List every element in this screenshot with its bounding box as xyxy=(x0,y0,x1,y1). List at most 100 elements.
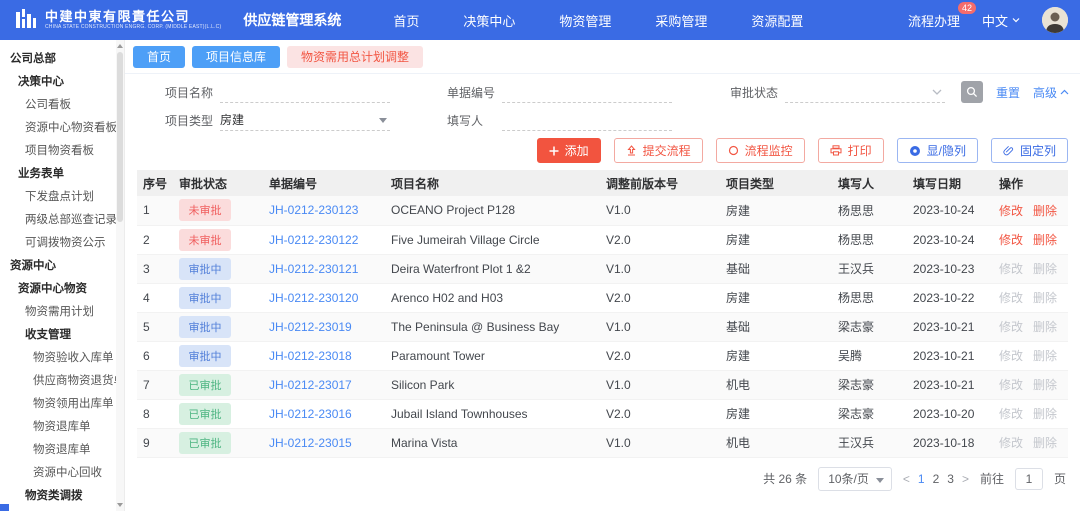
page-number[interactable]: 2 xyxy=(933,472,940,486)
edit-action[interactable]: 修改 xyxy=(999,233,1023,247)
sidebar-item[interactable]: 物资验收入库单 xyxy=(0,347,124,370)
user-avatar[interactable] xyxy=(1042,7,1068,33)
sidebar-item[interactable]: 资源中心物资 xyxy=(0,278,124,301)
date-cell: 2023-10-18 xyxy=(907,428,993,458)
doc-number-link[interactable]: JH-0212-23015 xyxy=(269,436,352,450)
doc-number-link[interactable]: JH-0212-230123 xyxy=(269,203,358,217)
edit-action[interactable]: 修改 xyxy=(999,320,1023,334)
show-hide-columns-button[interactable]: 显/隐列 xyxy=(896,138,978,163)
sidebar-item[interactable]: 决策中心 xyxy=(0,71,124,94)
doc-number-link[interactable]: JH-0212-230120 xyxy=(269,291,358,305)
add-button[interactable]: 添加 xyxy=(536,138,601,163)
delete-action[interactable]: 删除 xyxy=(1033,291,1057,305)
sidebar-item[interactable]: 资源中心物资看板 xyxy=(0,117,124,140)
doc-number-link[interactable]: JH-0212-23016 xyxy=(269,407,352,421)
filler-input[interactable] xyxy=(502,109,672,130)
sidebar-item[interactable]: 物资类调拨 xyxy=(0,485,124,508)
fixed-columns-button[interactable]: 固定列 xyxy=(990,138,1068,163)
goto-page-input[interactable] xyxy=(1014,467,1043,490)
scrollbar-thumb[interactable] xyxy=(117,52,123,222)
project-type-select[interactable]: 房建 xyxy=(220,109,390,131)
nav-item[interactable]: 物资管理 xyxy=(559,11,611,30)
sidebar-item[interactable]: 物资领用出库单 xyxy=(0,393,124,416)
scroll-down-icon[interactable] xyxy=(117,503,123,507)
advanced-toggle[interactable]: 高级 xyxy=(1033,84,1069,101)
version-cell: V1.0 xyxy=(600,312,720,342)
sidebar-item[interactable]: 项目物资看板 xyxy=(0,140,124,163)
doc-no-input[interactable] xyxy=(502,81,672,102)
delete-action[interactable]: 删除 xyxy=(1033,407,1057,421)
delete-action[interactable]: 删除 xyxy=(1033,436,1057,450)
row-index: 4 xyxy=(137,283,173,313)
sidebar-item[interactable]: 物资退库单 xyxy=(0,439,124,462)
doc-number-link[interactable]: JH-0212-23018 xyxy=(269,349,352,363)
language-switcher[interactable]: 中文 xyxy=(982,11,1020,30)
delete-action[interactable]: 删除 xyxy=(1033,320,1057,334)
sidebar-item[interactable]: 公司看板 xyxy=(0,94,124,117)
doc-number-link[interactable]: JH-0212-23019 xyxy=(269,320,352,334)
status-badge: 已审批 xyxy=(179,373,231,396)
doc-number-link[interactable]: JH-0212-230121 xyxy=(269,262,358,276)
sidebar-item[interactable]: 业务表单 xyxy=(0,163,124,186)
doc-number-link[interactable]: JH-0212-23017 xyxy=(269,378,352,392)
plus-icon xyxy=(549,146,559,155)
edit-action[interactable]: 修改 xyxy=(999,436,1023,450)
process-handling-link[interactable]: 流程办理 42 xyxy=(908,1,976,30)
page-number[interactable]: 1 xyxy=(918,472,925,486)
doc-number-link[interactable]: JH-0212-230122 xyxy=(269,233,358,247)
edit-action[interactable]: 修改 xyxy=(999,349,1023,363)
sidebar-item[interactable]: 公司总部 xyxy=(0,48,124,71)
tab[interactable]: 物资需用总计划调整 xyxy=(287,46,424,68)
submit-process-button[interactable]: 提交流程 xyxy=(613,138,703,163)
date-cell: 2023-10-21 xyxy=(907,312,993,342)
printer-icon xyxy=(830,145,842,156)
process-monitor-button[interactable]: 流程监控 xyxy=(715,138,805,163)
delete-action[interactable]: 删除 xyxy=(1033,262,1057,276)
edit-action[interactable]: 修改 xyxy=(999,407,1023,421)
scroll-up-icon[interactable] xyxy=(117,44,123,48)
next-page-button[interactable]: > xyxy=(962,472,969,486)
approval-status-select[interactable] xyxy=(785,81,945,103)
sidebar-item[interactable]: 资源中心回收 xyxy=(0,462,124,485)
sidebar-item[interactable]: 物资退库单 xyxy=(0,416,124,439)
row-index: 9 xyxy=(137,428,173,458)
delete-action[interactable]: 删除 xyxy=(1033,233,1057,247)
column-header: 填写人 xyxy=(832,170,907,196)
sidebar-item[interactable]: 供应商物资退货单 xyxy=(0,370,124,393)
reset-button[interactable]: 重置 xyxy=(996,84,1020,101)
edit-action[interactable]: 修改 xyxy=(999,291,1023,305)
status-badge: 已审批 xyxy=(179,431,231,454)
column-header: 操作 xyxy=(993,170,1068,196)
edit-action[interactable]: 修改 xyxy=(999,204,1023,218)
nav-item[interactable]: 资源配置 xyxy=(751,11,803,30)
sidebar-item[interactable]: 可调拨物资公示 xyxy=(0,232,124,255)
edit-action[interactable]: 修改 xyxy=(999,262,1023,276)
project-name-input[interactable] xyxy=(220,81,390,102)
prev-page-button[interactable]: < xyxy=(903,472,910,486)
search-button[interactable] xyxy=(961,81,983,103)
sidebar-item[interactable]: 两级总部巡查记录 xyxy=(0,209,124,232)
nav-item[interactable]: 首页 xyxy=(393,11,419,30)
edit-action[interactable]: 修改 xyxy=(999,378,1023,392)
tab[interactable]: 项目信息库 xyxy=(192,46,281,68)
project-name-cell: Paramount Tower xyxy=(385,341,600,371)
sidebar-item[interactable]: 物资需用计划 xyxy=(0,301,124,324)
project-name-cell: Five Jumeirah Village Circle xyxy=(385,225,600,255)
page-number[interactable]: 3 xyxy=(947,472,954,486)
delete-action[interactable]: 删除 xyxy=(1033,349,1057,363)
per-page-select[interactable]: 10条/页 xyxy=(818,466,892,491)
nav-item[interactable]: 决策中心 xyxy=(463,11,515,30)
print-button[interactable]: 打印 xyxy=(817,138,884,163)
sidebar-item[interactable]: 收支管理 xyxy=(0,324,124,347)
project-name-cell: Marina Vista xyxy=(385,428,600,458)
row-index: 8 xyxy=(137,399,173,429)
filler-cell: 梁志豪 xyxy=(832,312,907,342)
delete-action[interactable]: 删除 xyxy=(1033,204,1057,218)
sidebar-scrollbar[interactable] xyxy=(116,40,124,511)
tab[interactable]: 首页 xyxy=(133,46,186,68)
table-row: 5 审批中 JH-0212-23019 The Peninsula @ Busi… xyxy=(137,312,1068,342)
delete-action[interactable]: 删除 xyxy=(1033,378,1057,392)
nav-item[interactable]: 采购管理 xyxy=(655,11,707,30)
sidebar-item[interactable]: 下发盘点计划 xyxy=(0,186,124,209)
sidebar-item[interactable]: 资源中心 xyxy=(0,255,124,278)
